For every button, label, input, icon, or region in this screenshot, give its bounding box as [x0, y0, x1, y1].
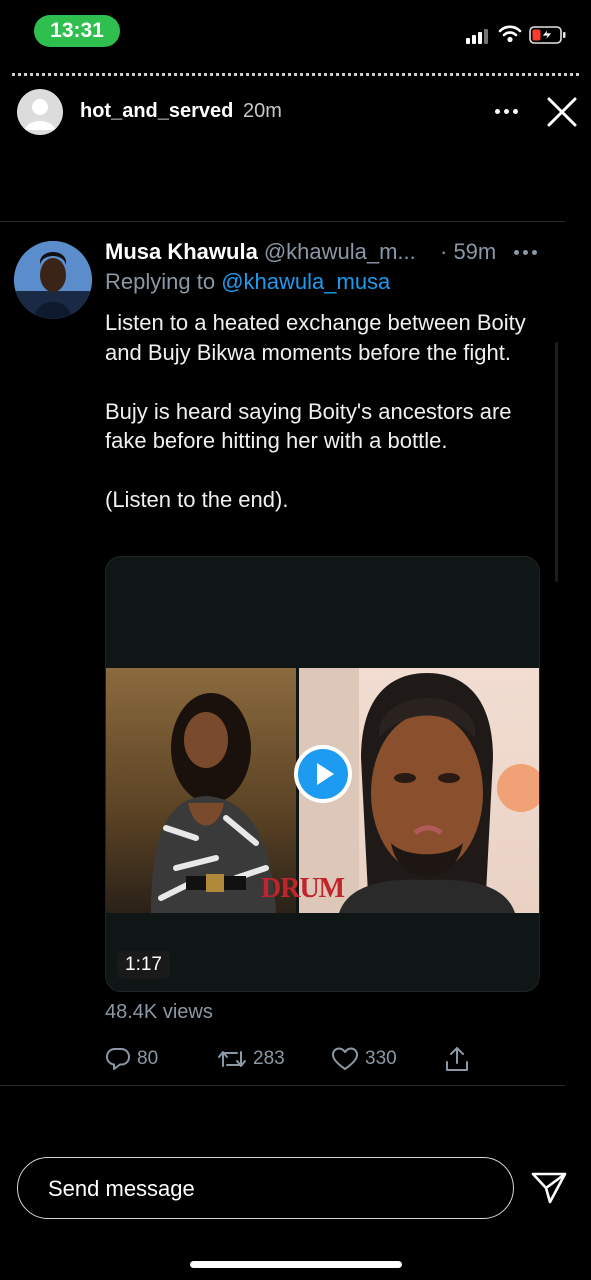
like-count: 330 [365, 1048, 397, 1069]
view-count: 48.4K views [105, 1001, 213, 1023]
tweet-paragraph: Bujy is heard saying Boity's ancestors a… [105, 398, 512, 454]
story-username[interactable]: hot_and_served [80, 100, 233, 123]
retweet-icon [218, 1051, 246, 1067]
scrollbar [555, 342, 558, 582]
drum-logo: DRUM [261, 873, 345, 904]
story-age: 20m [243, 100, 282, 122]
wifi-icon [498, 25, 522, 43]
author-photo [14, 241, 92, 319]
avatar[interactable] [17, 89, 63, 135]
default-avatar-icon [25, 99, 55, 130]
retweet-count: 283 [253, 1048, 285, 1069]
home-indicator[interactable] [190, 1261, 402, 1268]
video-duration: 1:17 [117, 951, 170, 979]
replying-handle-link[interactable]: @khawula_musa [221, 269, 390, 294]
reply-button[interactable]: 80 [105, 1044, 158, 1074]
tweet-actions: 80 283 330 [105, 1044, 555, 1074]
send-icon[interactable] [530, 1171, 568, 1205]
battery-icon [529, 26, 566, 44]
share-icon [446, 1047, 468, 1071]
video-thumbnail[interactable]: DRUM [106, 668, 539, 913]
retweet-button[interactable]: 283 [217, 1044, 285, 1074]
story-header: hot_and_served 20m [0, 86, 591, 138]
like-button[interactable]: 330 [331, 1044, 397, 1074]
like-icon [332, 1047, 358, 1070]
story-progress-bar [12, 73, 579, 76]
more-icon[interactable] [488, 96, 524, 126]
status-time: 13:31 [34, 15, 120, 47]
tweet-more-icon[interactable] [514, 248, 538, 256]
signal-icon [466, 28, 490, 44]
tweet-paragraph: Listen to a heated exchange between Boit… [105, 310, 526, 365]
tweet-age: · 59m [440, 239, 497, 264]
tweet-card[interactable]: Musa Khawula @khawula_m... · 59m Replying… [0, 221, 565, 1086]
play-button[interactable] [294, 745, 352, 803]
replying-to: Replying to @khawula_musa [105, 269, 390, 295]
author-handle[interactable]: @khawula_m... [264, 239, 416, 264]
send-message-placeholder: Send message [48, 1176, 195, 1201]
send-message-input[interactable]: Send message [17, 1157, 514, 1219]
reply-count: 80 [137, 1048, 159, 1069]
reply-icon [106, 1048, 130, 1070]
tweet-paragraph: (Listen to the end). [105, 487, 289, 512]
video-player[interactable]: DRUM 1:17 [105, 556, 540, 992]
author-name[interactable]: Musa Khawula [105, 239, 258, 264]
close-icon[interactable] [545, 95, 579, 129]
tweet-author[interactable]: Musa Khawula @khawula_m... [105, 239, 416, 265]
replying-prefix: Replying to [105, 269, 216, 294]
status-bar: 13:31 [0, 0, 591, 64]
tweet-text: Listen to a heated exchange between Boit… [105, 308, 555, 544]
tweet-author-avatar[interactable] [14, 241, 92, 319]
play-icon [298, 749, 348, 799]
share-button[interactable] [444, 1044, 470, 1074]
